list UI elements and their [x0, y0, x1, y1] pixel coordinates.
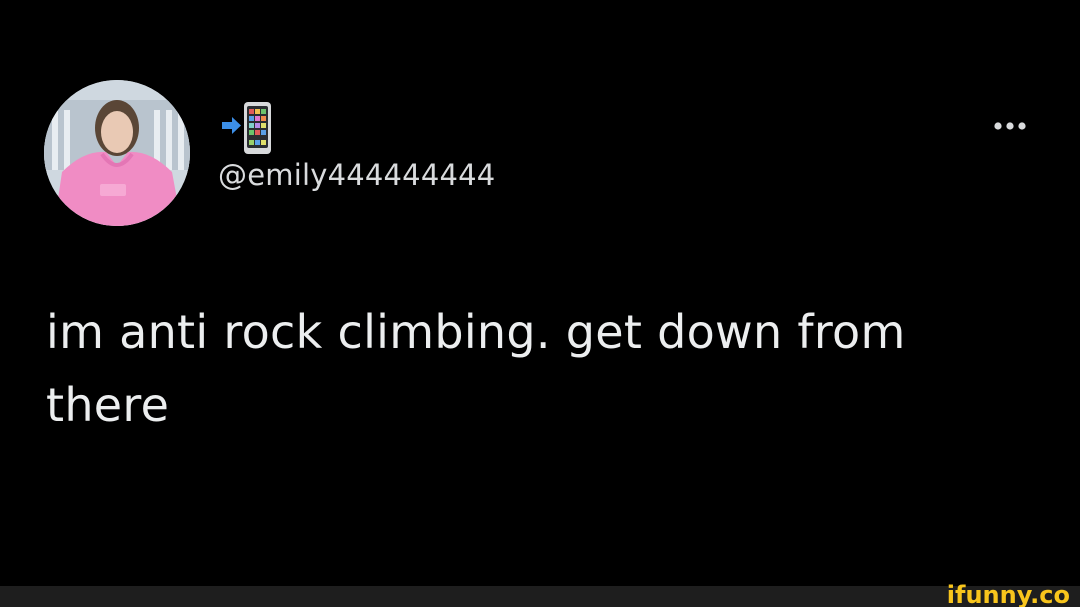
display-name[interactable] — [220, 100, 280, 156]
more-options-button[interactable] — [982, 112, 1038, 140]
ifunny-watermark: ifunny.co — [946, 581, 1070, 607]
tweet-text: im anti rock climbing. get down from the… — [46, 305, 906, 432]
avatar[interactable] — [44, 80, 190, 226]
mobile-phone-with-arrow-emoji-icon — [222, 102, 271, 154]
avatar-image — [44, 80, 190, 226]
username-handle[interactable]: @emily444444444 — [218, 158, 495, 192]
watermark-bar: ifunny.co — [0, 581, 1080, 607]
more-horizontal-icon — [994, 122, 1026, 130]
tweet-screenshot: @emily444444444 im anti rock climbing. g… — [0, 0, 1080, 607]
